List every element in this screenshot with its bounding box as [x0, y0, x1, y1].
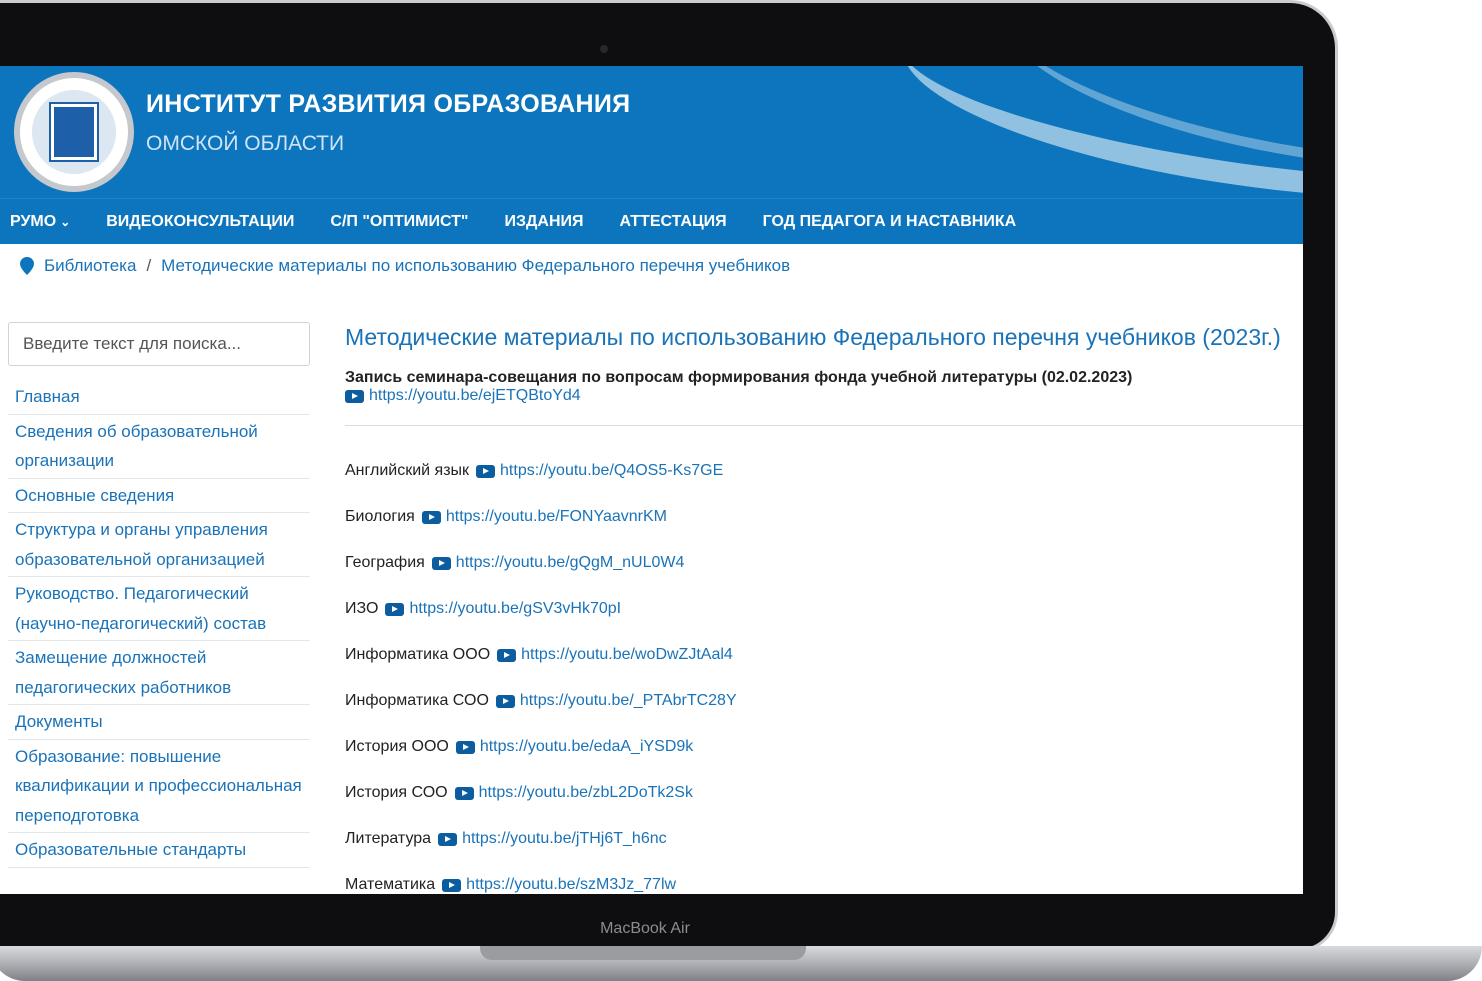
nav-item-video-consultations[interactable]: ВИДЕОКОНСУЛЬТАЦИИ: [106, 213, 294, 231]
list-item: Информатика СОО https://youtu.be/_PTAbrT…: [345, 678, 1303, 724]
subject-name: Информатика ООО: [345, 646, 491, 663]
subject-video-link[interactable]: https://youtu.be/_PTAbrTC28Y: [520, 692, 737, 710]
youtube-icon: [345, 389, 364, 403]
subject-video-link[interactable]: https://youtu.be/szM3Jz_77lw: [466, 876, 676, 894]
youtube-icon: [385, 602, 405, 616]
youtube-icon: [497, 648, 517, 662]
subject-video-link[interactable]: https://youtu.be/zbL2DoTk2Sk: [479, 784, 693, 802]
main-content: Методические материалы по использованию …: [345, 324, 1303, 894]
nav-item-optimist[interactable]: С/П "ОПТИМИСТ": [330, 213, 468, 231]
map-pin-icon: [20, 257, 34, 275]
breadcrumb-separator: /: [146, 256, 152, 275]
list-item: География https://youtu.be/gQgM_nUL0W4: [345, 540, 1303, 586]
page-title: Методические материалы по использованию …: [345, 324, 1281, 350]
breadcrumb-current[interactable]: Методические материалы по использованию …: [161, 256, 790, 276]
list-item: Биология https://youtu.be/FONYaavnrKM: [345, 494, 1303, 540]
subject-name: История ООО: [345, 738, 449, 755]
subject-name: Английский язык: [345, 462, 470, 479]
sidebar-item-basic-info[interactable]: Основные сведения: [8, 479, 310, 513]
sidebar: Главная Сведения об образовательной орга…: [8, 322, 310, 868]
sidebar-item-leadership[interactable]: Руководство. Педагогический (научно-педа…: [8, 577, 310, 641]
subject-video-link[interactable]: https://youtu.be/Q4OS5-Ks7GE: [500, 462, 723, 480]
list-item: История ООО https://youtu.be/edaA_iYSD9k: [345, 724, 1303, 770]
seminar-link-row: https://youtu.be/ejETQBtoYd4: [345, 387, 1303, 405]
subject-video-link[interactable]: https://youtu.be/jTHj6T_h6nc: [462, 830, 667, 848]
nav-item-publications[interactable]: ИЗДАНИЯ: [504, 213, 583, 231]
logo-mark-icon: [49, 102, 99, 162]
youtube-icon: [442, 878, 462, 892]
subject-video-link[interactable]: https://youtu.be/gSV3vHk70pI: [409, 600, 621, 618]
list-item: Литература https://youtu.be/jTHj6T_h6nc: [345, 816, 1303, 862]
device-model-label: MacBook Air: [600, 920, 690, 937]
sidebar-item-home[interactable]: Главная: [8, 380, 310, 415]
sidebar-item-standards[interactable]: Образовательные стандарты: [8, 833, 310, 868]
subject-name: ИЗО: [345, 600, 379, 617]
seminar-video-link[interactable]: https://youtu.be/ejETQBtoYd4: [369, 387, 581, 405]
subject-name: Математика: [345, 876, 436, 893]
content-divider: [345, 425, 1303, 426]
sidebar-item-structure[interactable]: Структура и органы управления образовате…: [8, 513, 310, 577]
breadcrumb: Библиотека / Методические материалы по и…: [20, 256, 790, 276]
sidebar-item-org-info[interactable]: Сведения об образовательной организации: [8, 415, 310, 479]
camera-icon: [600, 45, 608, 53]
youtube-icon: [454, 786, 474, 800]
list-item: История СОО https://youtu.be/zbL2DoTk2Sk: [345, 770, 1303, 816]
sidebar-item-vacancies[interactable]: Замещение должностей педагогических рабо…: [8, 641, 310, 705]
seminar-heading: Запись семинара-совещания по вопросам фо…: [345, 369, 1133, 386]
breadcrumb-library-link[interactable]: Библиотека: [44, 256, 136, 276]
youtube-icon: [495, 694, 515, 708]
browser-screen: ИНСТИТУТ РАЗВИТИЯ ОБРАЗОВАНИЯ ОМСКОЙ ОБЛ…: [0, 66, 1303, 894]
nav-item-teacher-year[interactable]: ГОД ПЕДАГОГА И НАСТАВНИКА: [763, 213, 1017, 231]
org-title[interactable]: ИНСТИТУТ РАЗВИТИЯ ОБРАЗОВАНИЯ: [146, 90, 630, 119]
list-item: Информатика ООО https://youtu.be/woDwZJt…: [345, 632, 1303, 678]
logo-emblem: [32, 90, 116, 174]
chevron-down-icon: ⌄: [60, 214, 71, 229]
subject-name: Информатика СОО: [345, 692, 489, 709]
youtube-icon: [431, 556, 451, 570]
subject-video-link[interactable]: https://youtu.be/edaA_iYSD9k: [480, 738, 693, 756]
nav-item-rumo[interactable]: РУМО ⌄: [10, 213, 70, 231]
subject-video-link[interactable]: https://youtu.be/woDwZJtAal4: [521, 646, 733, 664]
list-item: ИЗО https://youtu.be/gSV3vHk70pI: [345, 586, 1303, 632]
subject-name: Биология: [345, 508, 415, 525]
subject-video-link[interactable]: https://youtu.be/gQgM_nUL0W4: [456, 554, 685, 572]
youtube-icon: [455, 740, 475, 754]
list-item: Математика https://youtu.be/szM3Jz_77lw: [345, 862, 1303, 894]
site-header: ИНСТИТУТ РАЗВИТИЯ ОБРАЗОВАНИЯ ОМСКОЙ ОБЛ…: [0, 66, 1303, 198]
nav-item-label: РУМО: [10, 212, 57, 230]
sidebar-item-documents[interactable]: Документы: [8, 705, 310, 740]
list-item: Английский язык https://youtu.be/Q4OS5-K…: [345, 448, 1303, 494]
youtube-icon: [421, 510, 441, 524]
youtube-icon: [438, 832, 458, 846]
main-nav: РУМО ⌄ ВИДЕОКОНСУЛЬТАЦИИ С/П "ОПТИМИСТ" И…: [0, 198, 1303, 244]
institute-logo[interactable]: [14, 72, 134, 192]
subject-name: География: [345, 554, 425, 571]
youtube-icon: [476, 464, 496, 478]
search-input[interactable]: [8, 322, 310, 366]
sidebar-nav: Главная Сведения об образовательной орга…: [8, 380, 310, 868]
subject-video-link[interactable]: https://youtu.be/FONYaavnrKM: [446, 508, 667, 526]
laptop-notch: [480, 946, 806, 960]
nav-item-attestation[interactable]: АТТЕСТАЦИЯ: [620, 213, 727, 231]
subject-name: Литература: [345, 830, 432, 847]
org-subtitle: ОМСКОЙ ОБЛАСТИ: [146, 132, 345, 155]
subject-list: Английский язык https://youtu.be/Q4OS5-K…: [345, 448, 1303, 894]
subject-name: История СОО: [345, 784, 448, 801]
sidebar-item-education[interactable]: Образование: повышение квалификации и пр…: [8, 740, 310, 833]
